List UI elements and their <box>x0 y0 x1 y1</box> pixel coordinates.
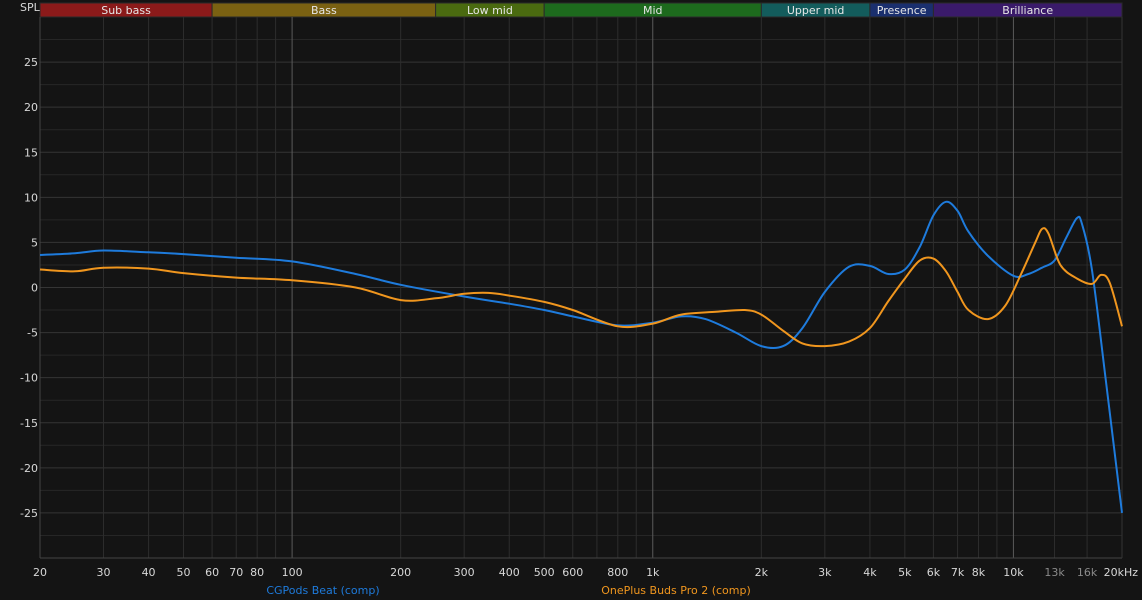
plot-background <box>0 0 1142 600</box>
legend-label-0: CGPods Beat (comp) <box>266 584 379 597</box>
legend-label-1: OnePlus Buds Pro 2 (comp) <box>601 584 751 597</box>
x-tick-label: 500 <box>534 566 555 579</box>
x-tick-label: 50 <box>177 566 191 579</box>
y-tick-label: 20 <box>24 101 38 114</box>
frequency-bands: Sub bass Bass Low mid Mid Upper mid Presence B… <box>39 2 1123 18</box>
y-tick-label: 25 <box>24 56 38 69</box>
x-tick-label: 13k <box>1044 566 1065 579</box>
x-tick-label: 80 <box>250 566 264 579</box>
band-label-5: Presence <box>877 4 927 17</box>
x-tick-label: 40 <box>142 566 156 579</box>
x-tick-label: 8k <box>972 566 986 579</box>
y-tick-label: 10 <box>24 191 38 204</box>
x-tick-label: 16k <box>1077 566 1098 579</box>
x-tick-label: 800 <box>607 566 628 579</box>
x-tick-label: 10k <box>1003 566 1024 579</box>
band-label-3: Mid <box>643 4 663 17</box>
band-label-2: Low mid <box>467 4 513 17</box>
frequency-response-chart: Sub bass Bass Low mid Mid Upper mid Presence B… <box>0 0 1142 600</box>
y-tick-label: -15 <box>20 417 38 430</box>
x-tick-label: 70 <box>229 566 243 579</box>
band-label-4: Upper mid <box>787 4 845 17</box>
y-axis-label: SPL <box>20 1 41 14</box>
x-tick-label: 6k <box>927 566 941 579</box>
x-tick-label: 2k <box>755 566 769 579</box>
x-tick-label: 60 <box>205 566 219 579</box>
y-tick-label: -20 <box>20 462 38 475</box>
y-tick-label: -25 <box>20 507 38 520</box>
y-tick-label: 0 <box>31 282 38 295</box>
x-tick-label: 7k <box>951 566 965 579</box>
y-tick-label: -10 <box>20 372 38 385</box>
x-tick-label: 100 <box>282 566 303 579</box>
x-tick-label: 4k <box>863 566 877 579</box>
x-tick-label: 30 <box>97 566 111 579</box>
x-tick-label: 20 <box>33 566 47 579</box>
x-tick-label: 300 <box>454 566 475 579</box>
y-tick-label: -5 <box>27 327 38 340</box>
x-tick-label: 400 <box>499 566 520 579</box>
x-tick-label: 600 <box>562 566 583 579</box>
x-tick-label: 1k <box>646 566 660 579</box>
x-tick-label: 5k <box>898 566 912 579</box>
x-tick-label: 20kHz <box>1104 566 1139 579</box>
x-tick-label: 3k <box>818 566 832 579</box>
y-tick-label: 5 <box>31 236 38 249</box>
x-tick-label: 200 <box>390 566 411 579</box>
y-tick-label: 15 <box>24 146 38 159</box>
band-label-0: Sub bass <box>101 4 151 17</box>
band-label-1: Bass <box>311 4 337 17</box>
band-label-6: Brilliance <box>1002 4 1053 17</box>
